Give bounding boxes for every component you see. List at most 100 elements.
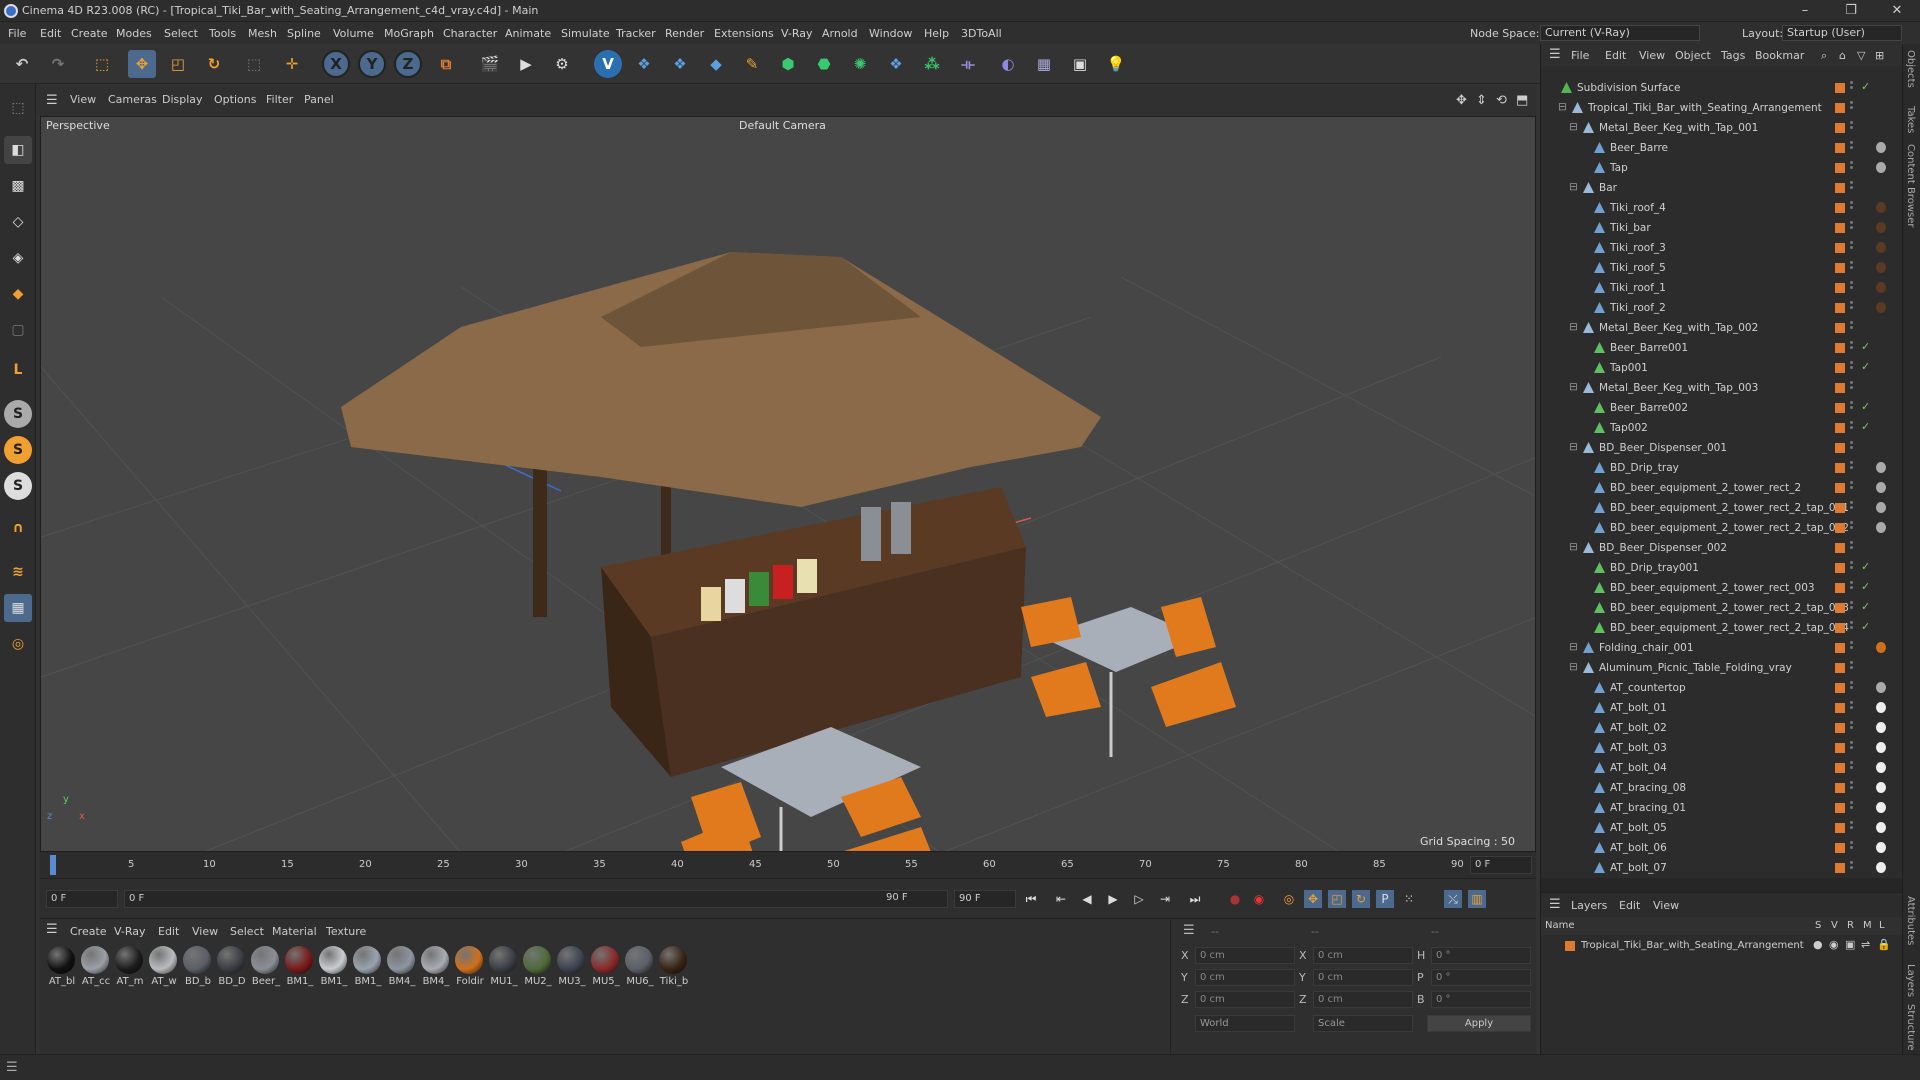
start-frame-field[interactable]: 0 F <box>46 890 118 908</box>
go-to-end-icon[interactable]: ⏭ <box>1186 890 1204 908</box>
undo-icon[interactable]: ↶ <box>8 50 36 78</box>
edges-mode-icon[interactable]: ◈ <box>4 244 32 272</box>
object-menu-tags[interactable]: Tags <box>1721 49 1745 62</box>
object-name[interactable]: AT_bracing_01 <box>1610 802 1686 814</box>
end-frame-field[interactable]: 90 F <box>954 890 1016 908</box>
visibility-dots-icon[interactable] <box>1850 701 1853 715</box>
object-search-icon[interactable]: ⌕ <box>1821 49 1827 63</box>
object-row[interactable]: ⊟ Aluminum_Picnic_Table_Folding_vray <box>1541 658 1903 678</box>
go-to-start-icon[interactable]: ⏮ <box>1022 890 1040 908</box>
rotation-b-field[interactable]: 0 ° <box>1431 991 1531 1008</box>
object-name[interactable]: BD_beer_equipment_2_tower_rect_2_tap_002 <box>1610 522 1849 534</box>
material-tag-icon[interactable] <box>1876 202 1886 213</box>
object-tree[interactable]: Subdivision Surface ✓ ⊟ Tropical_Tiki_Bar_w… <box>1541 78 1903 878</box>
material-menu-material[interactable]: Material <box>272 925 317 938</box>
autokey-icon[interactable]: ◉ <box>1250 890 1268 908</box>
material-swatch[interactable]: BM4_ <box>420 945 450 997</box>
texture-mode-icon[interactable]: ▩ <box>4 172 32 200</box>
material-menu-view[interactable]: View <box>192 925 218 938</box>
apply-button[interactable]: Apply <box>1427 1015 1531 1032</box>
material-swatch[interactable]: AT_bl <box>46 945 76 997</box>
visibility-dots-icon[interactable] <box>1850 681 1853 695</box>
visibility-dots-icon[interactable] <box>1850 541 1853 555</box>
menu-edit[interactable]: Edit <box>40 27 61 40</box>
object-row[interactable]: AT_bolt_02 <box>1541 718 1903 738</box>
material-tag-icon[interactable] <box>1876 722 1886 733</box>
layer-color-swatch[interactable] <box>1565 941 1575 951</box>
material-menu-icon[interactable]: ☰ <box>46 922 58 937</box>
workplane-icon[interactable]: ≋ <box>4 558 32 586</box>
object-row[interactable]: AT_countertop <box>1541 678 1903 698</box>
deformer-icon[interactable]: ⟛ <box>954 50 982 78</box>
layer-color-swatch[interactable] <box>1835 243 1845 253</box>
object-name[interactable]: AT_bolt_05 <box>1610 822 1667 834</box>
layer-color-swatch[interactable] <box>1835 583 1845 593</box>
polygons-mode-icon[interactable]: ◆ <box>4 280 32 308</box>
material-swatch[interactable]: Tiki_b <box>658 945 688 997</box>
object-name[interactable]: Metal_Beer_Keg_with_Tap_001 <box>1599 122 1758 134</box>
object-name[interactable]: BD_Beer_Dispenser_002 <box>1599 542 1727 554</box>
object-row[interactable]: Tiki_roof_3 <box>1541 238 1903 258</box>
visibility-dots-icon[interactable] <box>1850 161 1853 175</box>
visibility-dots-icon[interactable] <box>1850 101 1853 115</box>
size-mode-dropdown[interactable]: Scale <box>1313 1015 1413 1032</box>
object-row[interactable]: AT_bolt_07 <box>1541 858 1903 878</box>
key-pla-icon[interactable]: ⁙ <box>1400 890 1418 908</box>
visibility-dots-icon[interactable] <box>1850 261 1853 275</box>
object-menu-bookmarks[interactable]: Bookmar <box>1755 49 1804 62</box>
viewport-menu-display[interactable]: Display <box>162 93 203 106</box>
object-row[interactable]: AT_bolt_05 <box>1541 818 1903 838</box>
object-row[interactable]: Beer_Barre001 ✓ <box>1541 338 1903 358</box>
object-row[interactable]: BD_beer_equipment_2_tower_rect_2_tap_002 <box>1541 518 1903 538</box>
layer-color-swatch[interactable] <box>1835 483 1845 493</box>
status-menu-icon[interactable]: ☰ <box>6 1060 18 1075</box>
size-z-field[interactable]: 0 cm <box>1313 991 1413 1008</box>
enabled-check-icon[interactable]: ✓ <box>1861 360 1870 373</box>
material-tag-icon[interactable] <box>1876 782 1886 793</box>
timeline-ruler[interactable]: 0 5 10 15 20 25 30 35 40 45 50 55 60 65 … <box>40 852 1536 878</box>
object-home-icon[interactable]: ⌂ <box>1839 49 1846 62</box>
material-tag-icon[interactable] <box>1876 462 1886 473</box>
menu-create[interactable]: Create <box>71 27 108 40</box>
visibility-dots-icon[interactable] <box>1850 441 1853 455</box>
material-tag-icon[interactable] <box>1876 262 1886 273</box>
material-swatch[interactable]: BM4_ <box>386 945 416 997</box>
expand-toggle-icon[interactable]: ⊟ <box>1569 441 1578 453</box>
material-swatch[interactable]: MU1_ <box>488 945 518 997</box>
pen-icon[interactable]: ✎ <box>738 50 766 78</box>
previous-key-icon[interactable]: ⇤ <box>1052 890 1070 908</box>
object-name[interactable]: BD_beer_equipment_2_tower_rect_2_tap_001 <box>1610 502 1849 514</box>
layer-color-swatch[interactable] <box>1835 783 1845 793</box>
visibility-dots-icon[interactable] <box>1850 81 1853 95</box>
scale-icon[interactable]: ◰ <box>164 50 192 78</box>
material-tag-icon[interactable] <box>1876 242 1886 253</box>
menu-select[interactable]: Select <box>164 27 198 40</box>
visibility-dots-icon[interactable] <box>1850 181 1853 195</box>
visibility-dots-icon[interactable] <box>1850 661 1853 675</box>
menu-file[interactable]: File <box>8 27 26 40</box>
layer-color-swatch[interactable] <box>1835 623 1845 633</box>
visibility-dots-icon[interactable] <box>1850 801 1853 815</box>
layer-render-icon[interactable]: ▣ <box>1845 938 1855 951</box>
playhead[interactable] <box>50 855 56 875</box>
object-row[interactable]: BD_beer_equipment_2_tower_rect_003 ✓ <box>1541 578 1903 598</box>
object-row[interactable]: ⊟ BD_Beer_Dispenser_001 <box>1541 438 1903 458</box>
layer-color-swatch[interactable] <box>1835 743 1845 753</box>
layer-color-swatch[interactable] <box>1835 823 1845 833</box>
expand-toggle-icon[interactable]: ⊟ <box>1558 101 1567 113</box>
visibility-dots-icon[interactable] <box>1850 741 1853 755</box>
material-tag-icon[interactable] <box>1876 142 1886 153</box>
object-row[interactable]: BD_beer_equipment_2_tower_rect_2_tap_004… <box>1541 618 1903 638</box>
layer-color-swatch[interactable] <box>1835 843 1845 853</box>
object-row[interactable]: BD_beer_equipment_2_tower_rect_2_tap_003… <box>1541 598 1903 618</box>
menu-animate[interactable]: Animate <box>505 27 551 40</box>
layer-color-swatch[interactable] <box>1835 423 1845 433</box>
enabled-check-icon[interactable]: ✓ <box>1861 620 1870 633</box>
visibility-dots-icon[interactable] <box>1850 641 1853 655</box>
frame-range-slider[interactable]: 0 F <box>124 890 948 908</box>
object-row[interactable]: Tiki_bar <box>1541 218 1903 238</box>
layer-color-swatch[interactable] <box>1835 663 1845 673</box>
object-name[interactable]: Subdivision Surface <box>1577 82 1681 94</box>
zoom-view-icon[interactable]: ⇕ <box>1476 93 1487 108</box>
layer-color-swatch[interactable] <box>1835 763 1845 773</box>
